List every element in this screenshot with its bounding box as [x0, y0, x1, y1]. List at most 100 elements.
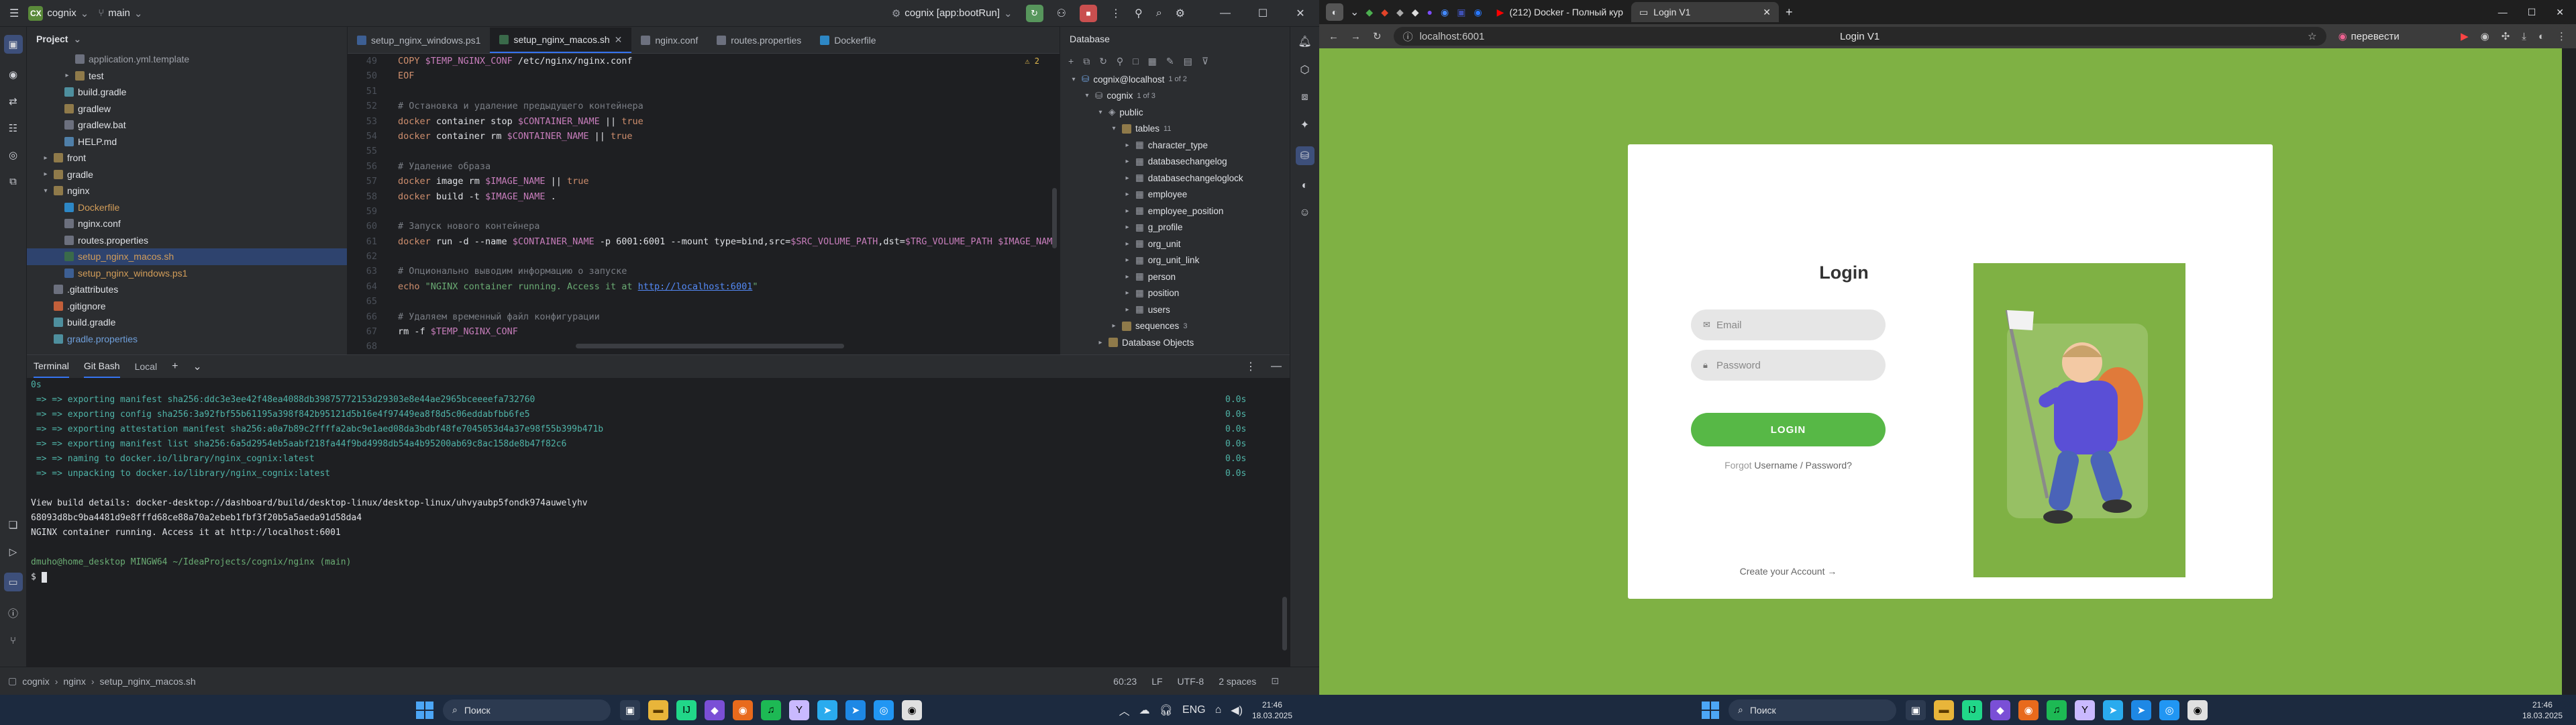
- db-table-row[interactable]: ▸ ▦ character_type: [1060, 137, 1290, 154]
- add-icon[interactable]: +: [1068, 56, 1074, 66]
- address-bar[interactable]: ⓘ localhost:6001 Login V1 ☆: [1393, 27, 2326, 46]
- clock[interactable]: 21:46 18.03.2025: [1252, 699, 1292, 721]
- project-tree-item[interactable]: routes.properties: [27, 232, 347, 249]
- close-tab-icon[interactable]: ✕: [1763, 7, 1771, 18]
- chevron-right-icon[interactable]: ▸: [1123, 240, 1131, 248]
- translate-extension[interactable]: ◉ перевести: [2338, 30, 2400, 43]
- profile-icon[interactable]: ◐: [1326, 3, 1343, 21]
- chevron-right-icon[interactable]: ▸: [1123, 191, 1131, 198]
- project-tree-item[interactable]: gradle.properties: [27, 331, 347, 348]
- user-icon[interactable]: ⚲: [1135, 7, 1143, 20]
- pinned-tab-icon[interactable]: ◆: [1366, 7, 1373, 18]
- project-switcher[interactable]: CX cognix ⌄: [28, 5, 89, 21]
- project-tree-item[interactable]: Dockerfile: [27, 199, 347, 216]
- profile-icon[interactable]: ◐: [2538, 31, 2544, 42]
- maximize-icon[interactable]: ☐: [1244, 0, 1282, 27]
- db-table-row[interactable]: ▸ ▦ employee_position: [1060, 203, 1290, 220]
- taskbar-search[interactable]: ⌕ Поиск: [1729, 699, 1896, 721]
- project-tree-item[interactable]: application.yml.template: [27, 51, 347, 68]
- db-table-row[interactable]: ▸ ▦ org_unit_link: [1060, 252, 1290, 269]
- tab-search-icon[interactable]: ⌄: [1350, 5, 1359, 19]
- hide-panel-icon[interactable]: —: [1271, 360, 1282, 373]
- notifications-icon[interactable]: 🔔︎: [1298, 35, 1311, 48]
- pinned-tab-icon[interactable]: ●: [1427, 7, 1433, 18]
- pull-requests-icon[interactable]: ⇄: [9, 95, 17, 107]
- project-tree-item[interactable]: build.gradle: [27, 314, 347, 331]
- explorer-icon[interactable]: ▬: [648, 699, 668, 720]
- app-icon[interactable]: ◆: [705, 699, 725, 720]
- structure-icon[interactable]: ☷: [9, 122, 17, 134]
- chevron-right-icon[interactable]: ▸: [42, 171, 50, 178]
- editor-tab[interactable]: setup_nginx_windows.ps1: [348, 28, 490, 53]
- copilot-icon[interactable]: ☺: [1299, 207, 1310, 219]
- chrome-icon[interactable]: ◉: [902, 699, 922, 720]
- chevron-right-icon[interactable]: ▸: [1123, 256, 1131, 264]
- project-tree-item[interactable]: gradlew: [27, 101, 347, 117]
- indent-setting[interactable]: 2 spaces: [1219, 676, 1256, 687]
- chevron-right-icon[interactable]: ▸: [1123, 142, 1131, 149]
- project-tool-icon[interactable]: ▣: [3, 35, 23, 54]
- chevron-right-icon[interactable]: ▸: [1123, 273, 1131, 281]
- terminal-tool-icon[interactable]: ▭: [3, 573, 23, 591]
- project-tree-item[interactable]: ▸ test: [27, 68, 347, 85]
- more-icon[interactable]: ⋮: [1111, 7, 1121, 20]
- extension-icon[interactable]: ▶: [2461, 30, 2469, 42]
- chrome-icon[interactable]: ◉: [2187, 699, 2208, 720]
- extension-icon[interactable]: ◉: [2481, 30, 2489, 42]
- close-icon[interactable]: ✕: [1282, 0, 1319, 27]
- pinned-tab-icon[interactable]: ◆: [1396, 7, 1404, 18]
- editor-tab[interactable]: routes.properties: [707, 28, 811, 53]
- code-area[interactable]: 49 50 51 52 53 54 55 56 57 58 59 60 61 62 63 64 65 66 67 68…: [348, 54, 1060, 354]
- chevron-down-icon[interactable]: ▾: [42, 187, 50, 195]
- project-tree-item[interactable]: ▸ front: [27, 150, 347, 166]
- db-table-row[interactable]: ▸ ▦ org_unit: [1060, 236, 1290, 252]
- db-objects-row[interactable]: ▸ Database Objects: [1060, 334, 1290, 351]
- browser-tab-login[interactable]: ▭ Login V1 ✕: [1631, 2, 1779, 22]
- project-tree-item[interactable]: nginx.conf: [27, 215, 347, 232]
- telegram-icon[interactable]: ➤: [2103, 699, 2123, 720]
- project-tree-item[interactable]: setup_nginx_windows.ps1: [27, 265, 347, 282]
- stop-button[interactable]: ■: [1079, 4, 1097, 22]
- back-icon[interactable]: ←: [1329, 31, 1339, 42]
- app-icon[interactable]: ◉: [733, 699, 753, 720]
- edit-icon[interactable]: ✎: [1166, 56, 1174, 67]
- breadcrumb-folder[interactable]: nginx: [63, 676, 85, 687]
- refresh-icon[interactable]: ↻: [1099, 56, 1107, 67]
- app-icon[interactable]: Y: [2075, 699, 2095, 720]
- project-tree-item[interactable]: .gitattributes: [27, 281, 347, 298]
- chevron-right-icon[interactable]: ▸: [63, 72, 71, 79]
- task-view-icon[interactable]: ▣: [1906, 699, 1926, 720]
- chevron-down-icon[interactable]: ⌄: [193, 360, 201, 373]
- windows-start-icon[interactable]: [1702, 701, 1719, 719]
- console-icon[interactable]: ▤: [1184, 56, 1192, 67]
- db-table-row[interactable]: ▸ ▦ users: [1060, 301, 1290, 318]
- app-icon[interactable]: ◉: [2018, 699, 2039, 720]
- project-tree-item[interactable]: gradlew.bat: [27, 117, 347, 134]
- intellij-icon[interactable]: IJ: [1962, 699, 1982, 720]
- db-table-row[interactable]: ▸ ▦ person: [1060, 269, 1290, 285]
- debug-icon[interactable]: ⚇: [1057, 7, 1066, 20]
- editor-tab[interactable]: nginx.conf: [631, 28, 707, 53]
- email-field[interactable]: ✉ Email: [1691, 309, 1886, 340]
- project-panel-header[interactable]: Project ⌄: [27, 27, 347, 51]
- file-encoding[interactable]: UTF-8: [1178, 676, 1204, 687]
- task-view-icon[interactable]: ▣: [620, 699, 640, 720]
- weather-icon[interactable]: ☁: [1139, 704, 1150, 717]
- create-account-link[interactable]: Create your Account →: [1691, 566, 1886, 577]
- line-separator[interactable]: LF: [1151, 676, 1162, 687]
- download-icon[interactable]: ⤓: [2522, 31, 2526, 42]
- chevron-right-icon[interactable]: ▸: [1123, 207, 1131, 215]
- copy-icon[interactable]: ⧉: [1083, 56, 1090, 67]
- filter-funnel-icon[interactable]: ⊽: [1202, 56, 1208, 67]
- terminal-tab-git-bash[interactable]: Git Bash: [83, 355, 120, 378]
- problems-icon[interactable]: ⓘ: [8, 606, 18, 620]
- terminal-output[interactable]: 0s => => exporting manifest sha256:ddc3e…: [31, 378, 1286, 667]
- app-icon[interactable]: ◎: [874, 699, 894, 720]
- close-tab-icon[interactable]: ✕: [615, 34, 623, 46]
- terminal-scrollbar[interactable]: [1282, 597, 1287, 650]
- explorer-icon[interactable]: ▬: [1934, 699, 1954, 720]
- minimize-icon[interactable]: —: [2498, 7, 2508, 17]
- network-icon[interactable]: ⌂: [1215, 704, 1222, 716]
- ai-assistant-icon[interactable]: ✦: [1300, 118, 1309, 132]
- db-table-row[interactable]: ▸ ▦ g_profile: [1060, 220, 1290, 236]
